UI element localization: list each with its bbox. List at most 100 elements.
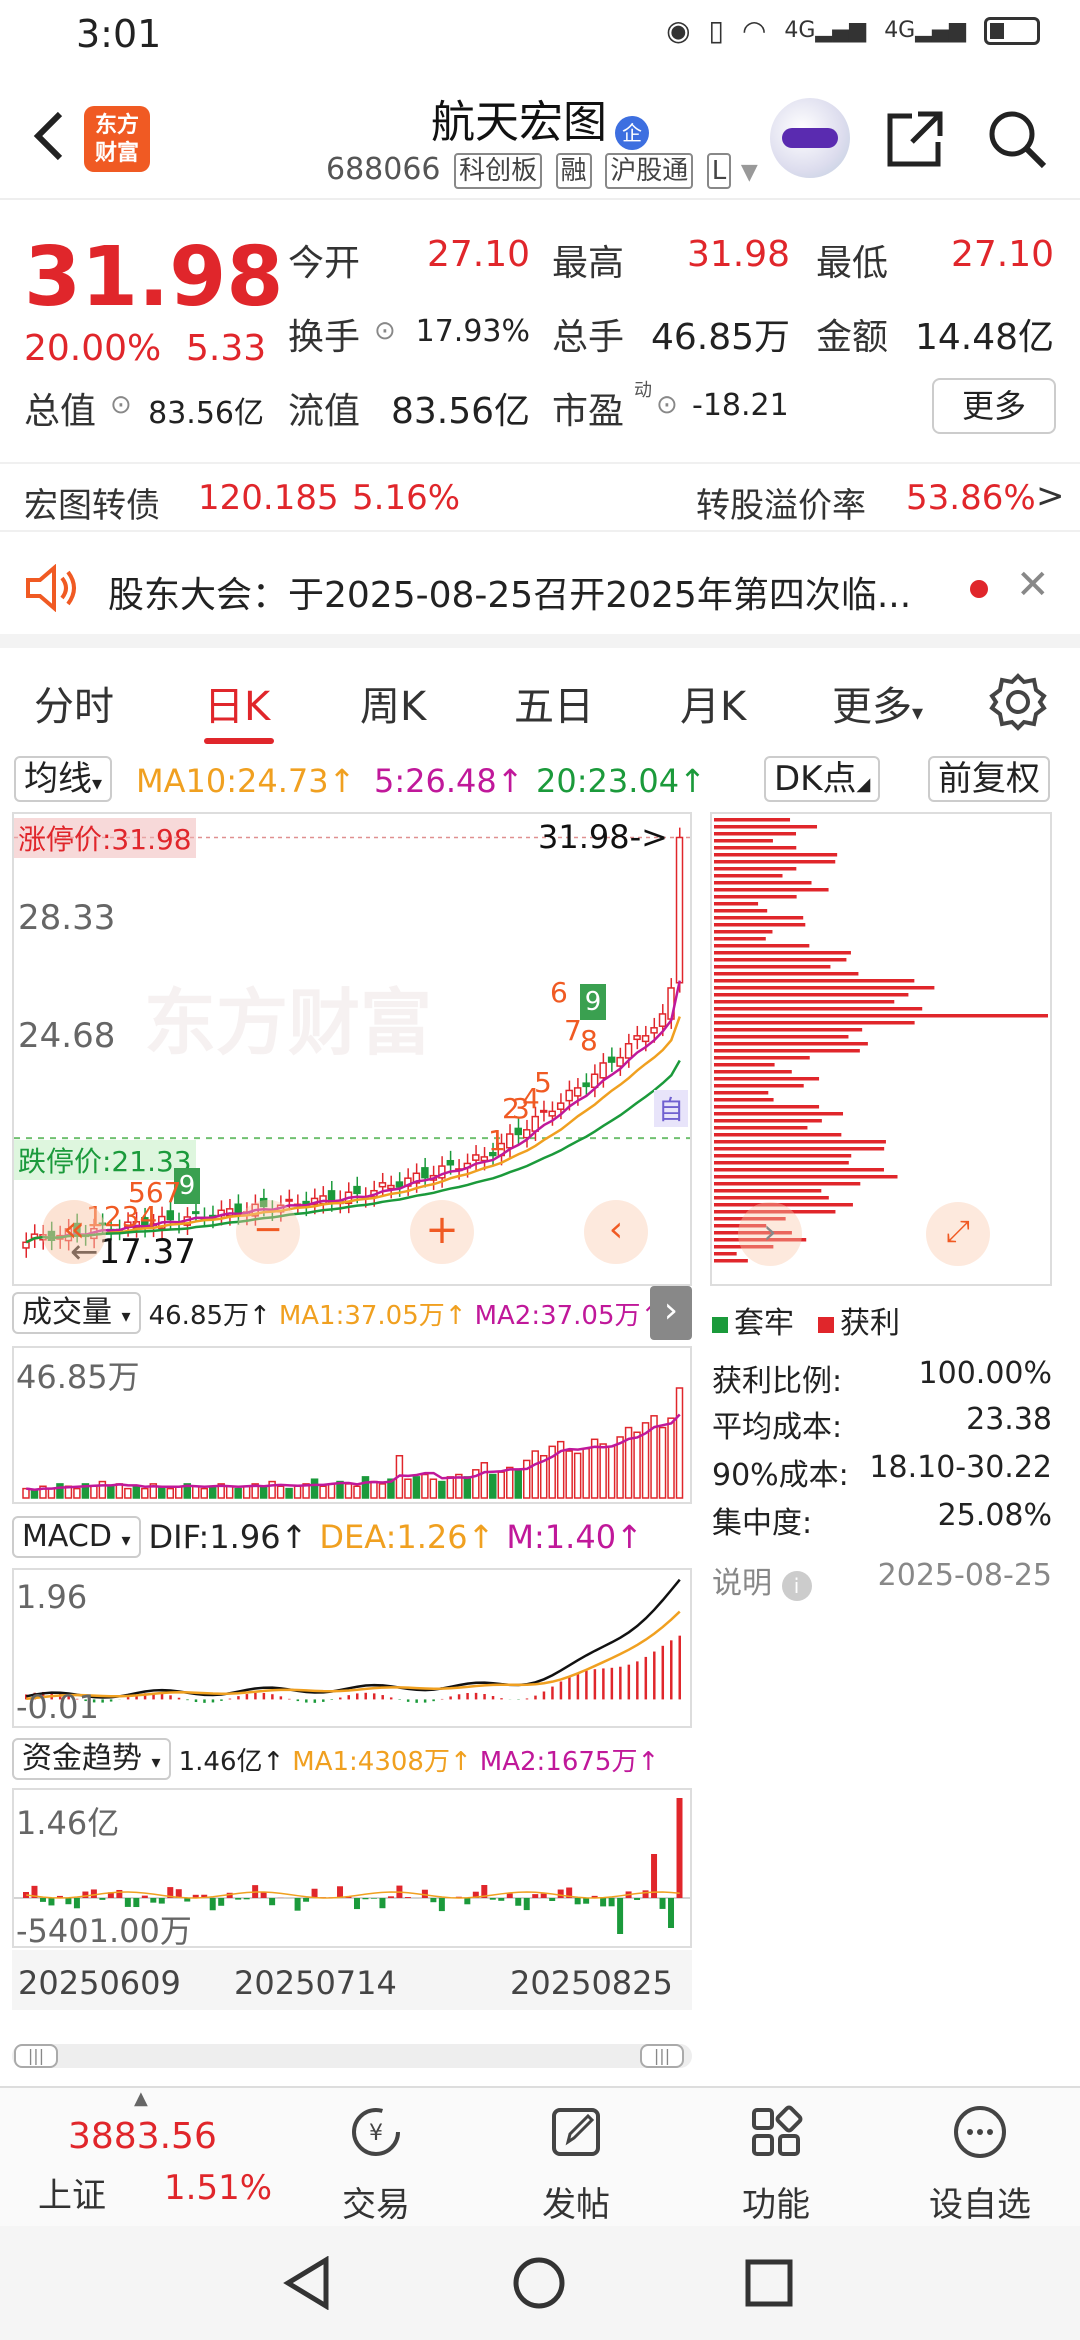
index-value[interactable]: 3883.56 [68,2116,217,2157]
index-name[interactable]: 上证 [38,2168,106,2217]
volume-ma2: MA2:37.05万↑ [474,1300,663,1331]
step-back-icon[interactable]: ‹ [584,1200,648,1264]
fund-bar [370,1898,377,1899]
tab-weekly-k[interactable]: 周K [360,674,426,732]
range-scrollbar[interactable]: ||| ||| [12,2044,692,2068]
volume-select[interactable]: 成交量 ▾ [12,1292,141,1334]
quote-panel: 31.98 20.00% 5.33 今开 27.10 最高 31.98 最低 2… [0,210,1080,450]
grid-icon [752,2105,803,2156]
chip-bar [714,1049,860,1053]
candle [650,1027,658,1034]
fund-bar [676,1798,683,1898]
macd-dif: DIF:1.96↑ [148,1518,308,1556]
volume-bar [115,1483,124,1499]
tab-monthly-k[interactable]: 月K [680,674,746,732]
expand-panel-icon[interactable]: › [650,1286,692,1340]
info-icon[interactable]: ⊙ [656,390,678,420]
fund-bar [557,1889,564,1898]
candle [387,1184,395,1190]
candle [166,1210,175,1221]
convertible-bond-row[interactable]: 宏图转债 120.185 5.16% 转股溢价率 53.86% > [0,462,1080,532]
k-line-chart[interactable]: 东方财富 涨停价:31.98 31.98-> 28.33 24.68 跌停价:2… [12,812,692,1286]
more-button[interactable]: 更多 [932,378,1056,434]
fund-trend-chart[interactable]: 1.46亿 -5401.00万 [12,1788,692,1950]
candle [472,1154,480,1161]
nav-trade[interactable]: ¥ 交易 [306,2102,446,2226]
nav-home-icon[interactable] [512,2256,566,2310]
tab-daily-k[interactable]: 日K [204,674,270,732]
candle [573,1087,582,1097]
signal-icon-2: 4G▂▄▆ [884,18,966,43]
fund-bar [235,1898,242,1900]
nav-add-watchlist[interactable]: 设自选 [910,2102,1050,2226]
stock-code-line[interactable]: 688066 科创板 融 沪股通 L ▼ [326,152,758,189]
tab-five-day[interactable]: 五日 [514,674,594,732]
adjust-select[interactable]: 前复权 [928,756,1050,802]
volume-top-label: 46.85万 [16,1358,140,1396]
bond-price: 120.185 [198,478,339,518]
pe-dynamic-mark: 动 [634,380,652,401]
fund-bar [608,1898,615,1907]
bottom-nav: ▲ 3883.56 上证 1.51% ¥ 交易 发帖 功能 设自选 [0,2086,1080,2226]
candle [607,1056,616,1063]
range-handle-right[interactable]: ||| [640,2044,684,2068]
chip-bar [714,895,797,899]
volume-bar [191,1485,200,1499]
gear-icon[interactable] [988,672,1048,732]
candle [480,1156,489,1162]
macd-bottom-label: -0.01 [16,1688,99,1726]
nav-post[interactable]: 发帖 [506,2102,646,2226]
fund-trend-select[interactable]: 资金趋势 ▾ [12,1738,171,1780]
dk-point-select[interactable]: DK点◢ [764,756,881,802]
chip-bar [714,979,915,983]
volume-bar [675,1387,684,1499]
chips-note-row[interactable]: 说明 i 2025-08-25 [712,1558,1052,1602]
macd-m: M:1.40↑ [506,1518,643,1556]
mktcap-label: 总值 [24,391,97,432]
info-icon[interactable]: ⊙ [110,390,132,420]
info-icon[interactable]: ⊙ [374,316,396,346]
index-pct[interactable]: 1.51% [164,2168,272,2208]
scroll-left-icon[interactable]: « [42,1200,106,1264]
fund-bar [489,1898,496,1900]
chips-next-icon[interactable]: › [738,1202,802,1266]
assistant-avatar[interactable] [770,98,850,178]
range-handle-left[interactable]: ||| [14,2044,58,2068]
tab-more[interactable]: 更多▾ [832,674,923,732]
volume-bar [234,1487,242,1499]
zoom-in-icon[interactable]: + [410,1200,474,1264]
share-icon[interactable] [882,106,948,172]
nav-function[interactable]: 功能 [706,2102,846,2226]
volume-bar [633,1431,641,1499]
ma-select[interactable]: 均线▾ [14,756,113,802]
caret-up-icon: ▲ [134,2088,148,2109]
macd-select[interactable]: MACD ▾ [12,1516,141,1558]
low-value: 27.10 [950,234,1054,275]
chips-legend: 套牢 获利 [712,1298,900,1342]
amount-label: 金额 [816,317,889,358]
volume-bar [124,1487,132,1499]
macd-chart[interactable]: 1.96 -0.01 [12,1568,692,1728]
stock-title[interactable]: 航天宏图企 [320,86,760,150]
tab-intraday[interactable]: 分时 [34,674,114,732]
volume-value: 46.85万↑ [148,1300,271,1331]
nav-back-icon[interactable] [282,2256,332,2310]
chip-bar [714,916,804,920]
close-icon[interactable]: ✕ [1016,562,1050,608]
chip-bar [714,1119,822,1123]
notice-bar[interactable]: 股东大会：于2025-08-25召开2025年第四次临... ✕ [0,540,1080,648]
back-icon[interactable] [22,106,82,166]
volume-bar [166,1487,175,1499]
candle [22,1241,30,1249]
expand-icon[interactable]: ⤢ [926,1202,990,1266]
volume-bar [361,1476,370,1499]
search-icon[interactable] [984,106,1050,172]
zoom-out-icon[interactable]: − [236,1200,300,1264]
speaker-icon [26,564,76,612]
fund-bar [506,1893,513,1898]
chip-distribution-chart[interactable]: › ⤢ [710,812,1052,1286]
chip-bar [714,1259,748,1263]
period-tabs: 分时 日K 周K 五日 月K 更多▾ [0,660,1080,750]
nav-recent-icon[interactable] [744,2258,794,2308]
volume-chart[interactable]: 46.85万 [12,1346,692,1504]
